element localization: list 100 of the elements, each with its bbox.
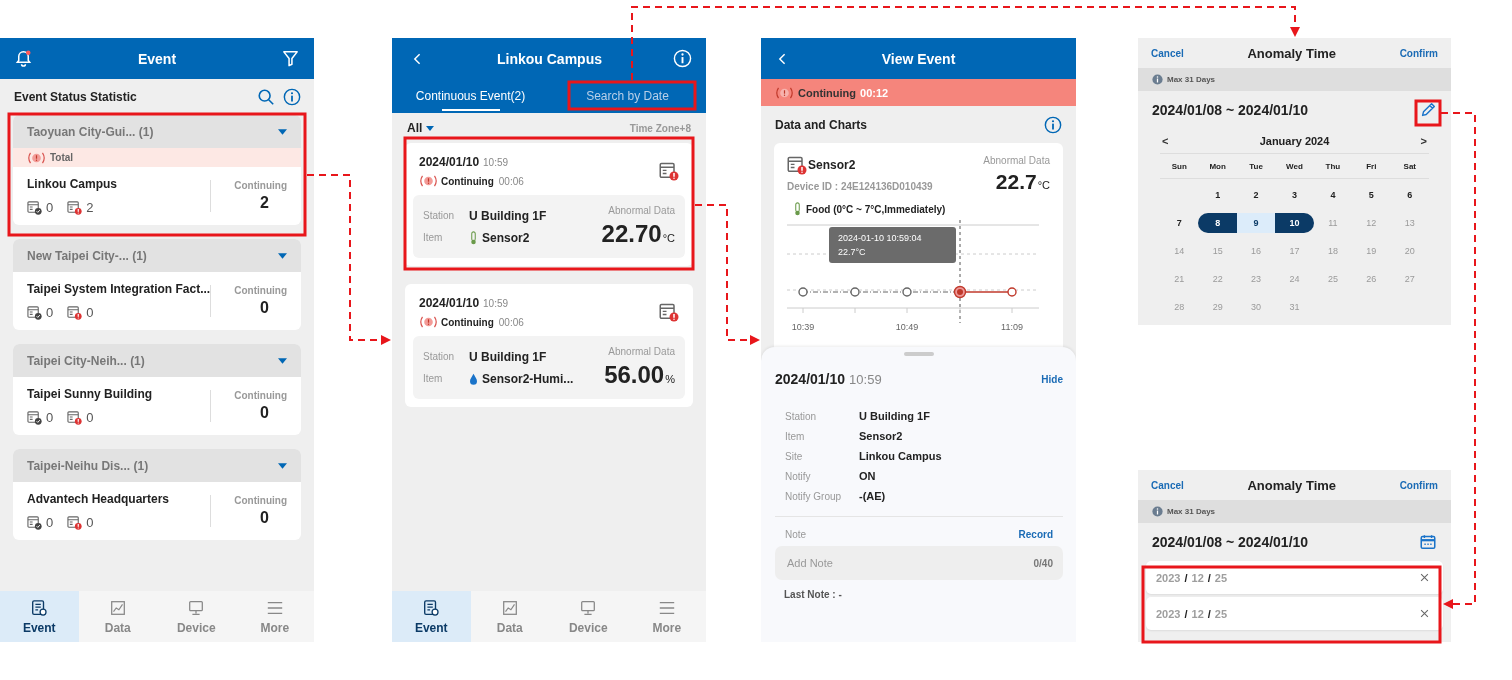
info-icon[interactable] [283,88,301,106]
region-header[interactable]: New Taipei City-... (1) [13,239,301,272]
event-card[interactable]: 2024/01/10 10:59 Continuing 00:06 Station U Building 1F Item Sensor2-Humi... Abnormal Data 56.00% [405,284,693,407]
nav-tab[interactable]: Event [0,591,79,642]
calendar-day[interactable]: 10 [1275,213,1314,233]
calendar-day[interactable]: 7 [1160,213,1199,233]
bell-icon[interactable] [14,49,33,68]
search-icon[interactable] [257,88,275,106]
data-point [798,287,808,297]
site-name: Advantech Headquarters [27,492,171,506]
unit-label: °C [662,232,675,244]
event-card[interactable]: 2024/01/10 10:59 Continuing 00:06 Station U Building 1F Item Sensor2 Abnormal Data 22.70°C [405,143,693,266]
calendar-day[interactable]: 1 [1198,185,1237,205]
region-header[interactable]: Taipei-Neihu Dis... (1) [13,449,301,482]
weekday-label: Mon [1208,161,1227,171]
pencil-icon[interactable] [1419,101,1437,119]
filter-dropdown[interactable]: All [407,121,435,135]
calendar-day[interactable]: 8 [1198,213,1237,233]
status-label: Continuing [234,180,287,191]
site-name: Taipei System Integration Fact... [27,282,210,296]
alert-icon [27,151,46,164]
weekday-label: Fri [1365,161,1378,171]
data-label: Abnormal Data [608,205,675,216]
hint-text: Max 31 Days [1167,75,1216,84]
calendar-check-icon [27,305,42,320]
monitor-icon [579,598,598,617]
drag-handle[interactable] [904,352,934,356]
calendar-day[interactable]: 2 [1236,185,1276,205]
axis-label: 11:09 [1001,322,1023,332]
alert-icon [419,175,438,187]
next-month-button[interactable]: > [1420,135,1427,147]
record-button[interactable]: Record [1018,529,1053,540]
nav-tab[interactable]: More [235,591,314,642]
weekday-label: Sat [1402,161,1417,171]
field-label: Station [423,210,456,221]
axis-label: 10:49 [895,322,919,332]
hide-button[interactable]: Hide [1041,373,1063,385]
confirm-button[interactable]: Confirm [1399,479,1438,491]
nav-tab[interactable]: Device [549,591,628,642]
nav-tab[interactable]: More [627,591,706,642]
station-name: U Building 1F [469,208,547,223]
nav-tab[interactable]: Data [470,591,549,642]
region-header[interactable]: Taipei City-Neih... (1) [13,344,301,377]
calendar-day[interactable]: 5 [1352,185,1391,205]
cancel-button[interactable]: Cancel [1151,479,1184,491]
thermometer-icon [793,202,802,216]
caret-icon [278,357,287,364]
calendar-day[interactable]: 4 [1313,185,1353,205]
field-label: Station [423,351,456,362]
date-input-field[interactable]: 2023 / 12 / 25 [1146,597,1443,630]
calendar-day[interactable]: 6 [1390,185,1429,205]
alert-icon [775,86,794,99]
field-label: Item [423,373,444,384]
caret-icon [278,462,287,469]
month-title: January 2024 [1259,135,1330,147]
confirm-button[interactable]: Confirm [1399,47,1438,59]
item-name: Sensor2-Humi... [482,371,574,386]
data-point [1007,287,1017,297]
previous-month-button[interactable]: < [1162,135,1169,147]
calendar-alert-icon [67,305,83,320]
segment-tab[interactable]: Search by Date [549,79,706,113]
resolved-count: 0 [46,515,54,530]
segment-tab[interactable]: Continuous Event(2) [392,79,549,113]
unit-label: °C [1037,179,1050,191]
clear-icon[interactable] [1420,573,1429,582]
calendar-day[interactable]: 3 [1275,185,1314,205]
picker-title: Anomaly Time [1247,477,1337,493]
alert-icon [419,316,438,328]
filter-icon[interactable] [281,49,300,68]
status-text: Continuing [798,86,857,99]
info-icon[interactable] [1044,115,1062,134]
chart-icon [500,598,519,617]
site-name: Linkou Campus [27,177,118,191]
site-card[interactable]: Taipei City-Neih... (1) Taipei Sunny Building 0 0 Continuing 0 [13,344,301,435]
event-time: 10:59 [483,298,509,309]
clear-icon[interactable] [1420,609,1429,618]
site-card[interactable]: Taipei-Neihu Dis... (1) Advantech Headquarters 0 0 Continuing 0 [13,449,301,540]
region-name: Taipei City-Neih... (1) [27,353,145,368]
data-label: Abnormal Data [983,155,1050,166]
event-icon [30,598,49,617]
rule-text: Food (0°C ~ 7°C,Immediately) [806,203,946,215]
cancel-button[interactable]: Cancel [1151,47,1184,59]
screen-title: Linkou Campus [497,50,602,67]
field-label: Item [423,232,444,243]
note-input[interactable]: Add Note [785,556,1034,570]
calendar-icon[interactable] [1419,533,1437,551]
site-card[interactable]: Taoyuan City-Gui... (1) Total Linkou Campus 0 2 Continuing 2 [13,115,301,225]
nav-tab[interactable]: Event [392,591,471,642]
region-header[interactable]: Taoyuan City-Gui... (1) [13,115,301,148]
calendar-day[interactable]: 9 [1236,213,1276,233]
nav-tab[interactable]: Device [157,591,236,642]
site-card[interactable]: New Taipei City-... (1) Taipei System Integration Fact... 0 0 Continuing 0 [13,239,301,330]
nav-tab[interactable]: Data [78,591,157,642]
region-name: Taoyuan City-Gui... (1) [27,124,154,139]
detail-value: Linkou Campus [859,450,943,462]
region-name: Taipei-Neihu Dis... (1) [27,458,149,473]
note-field[interactable]: Add Note 0/40 [775,546,1063,580]
abnormal-count: 0 [86,515,94,530]
unit-label: % [665,373,675,385]
date-input-field[interactable]: 2023 / 12 / 25 [1146,561,1443,594]
